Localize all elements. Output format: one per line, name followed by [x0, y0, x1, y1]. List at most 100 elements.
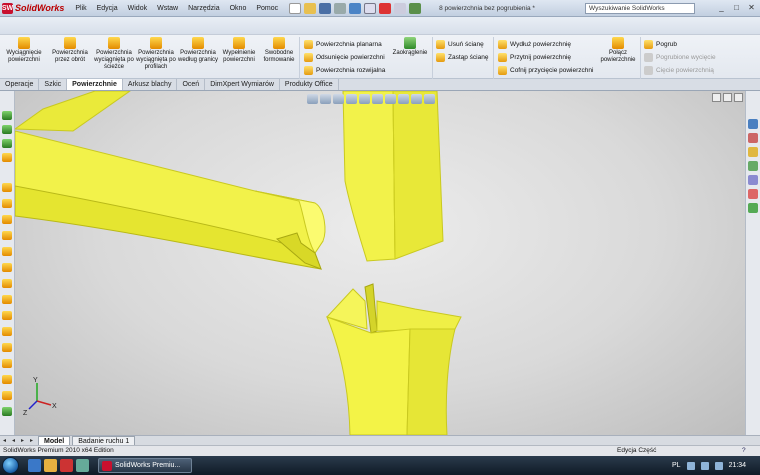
- upper-profile-surface[interactable]: [342, 91, 444, 262]
- menu-okno[interactable]: Okno: [225, 5, 252, 12]
- search-input[interactable]: Wyszukiwanie SolidWorks: [585, 3, 695, 14]
- freeform-button[interactable]: Swobodne formowanie: [260, 35, 298, 64]
- lower-profile-surface[interactable]: [326, 283, 462, 435]
- mate-reference-icon[interactable]: [2, 153, 12, 162]
- language-indicator[interactable]: PL: [672, 459, 681, 472]
- trim-surface-icon[interactable]: [2, 327, 12, 336]
- app-icon[interactable]: [76, 459, 89, 472]
- new-document-icon[interactable]: [289, 2, 302, 14]
- hide-show-items-icon[interactable]: [385, 94, 396, 104]
- ie-icon[interactable]: [28, 459, 41, 472]
- taskbar-solidworks-button[interactable]: SolidWorks Premiu...: [98, 458, 192, 473]
- surface-cut-button[interactable]: Cięcie powierzchnią: [644, 65, 714, 76]
- undo-icon[interactable]: [349, 2, 362, 14]
- planar-surface-button[interactable]: Powierzchnia planarna: [304, 39, 382, 50]
- tab-ocen[interactable]: Oceń: [177, 79, 206, 90]
- display-style-icon[interactable]: [372, 94, 383, 104]
- section-view-icon[interactable]: [346, 94, 357, 104]
- extruded-surface-button[interactable]: Wyciągnięcie powierzchni: [2, 35, 46, 64]
- menu-narzedzia[interactable]: Narzędzia: [183, 5, 225, 12]
- menu-widok[interactable]: Widok: [123, 5, 152, 12]
- viewport-maximize-button[interactable]: [734, 93, 743, 102]
- swept-surface-button[interactable]: Powierzchnia wyciągnięta po ścieżce: [92, 35, 136, 71]
- apply-scene-icon[interactable]: [411, 94, 422, 104]
- solidworks-resources-icon[interactable]: [748, 119, 758, 129]
- view-palette-icon[interactable]: [748, 175, 758, 185]
- graphics-area[interactable]: Y X Z: [15, 91, 745, 435]
- boundary-surface-button[interactable]: Powierzchnia według granicy: [176, 35, 220, 64]
- delete-face-button[interactable]: Usuń ścianę: [436, 39, 484, 50]
- replace-face-icon[interactable]: [2, 391, 12, 400]
- minimize-button[interactable]: _: [715, 2, 728, 14]
- tab-dimxpert[interactable]: DimXpert Wymiarów: [205, 79, 280, 90]
- tab-arkusz-blachy[interactable]: Arkusz blachy: [123, 79, 178, 90]
- viewport-restore-button[interactable]: [723, 93, 732, 102]
- tab-powierzchnie[interactable]: Powierzchnie: [67, 79, 123, 90]
- security-icon[interactable]: [714, 461, 723, 470]
- view-settings-icon[interactable]: [424, 94, 435, 104]
- file-explorer-icon[interactable]: [748, 147, 758, 157]
- first-tab-icon[interactable]: ◂: [0, 437, 9, 445]
- revolved-surface-button[interactable]: Powierzchnia przez obrót: [48, 35, 92, 64]
- print-icon[interactable]: [334, 2, 347, 14]
- extruded-surface-icon[interactable]: [2, 183, 12, 192]
- knit-surface-button[interactable]: Połącz powierzchnie: [596, 35, 640, 64]
- menu-pomoc[interactable]: Pomoc: [251, 5, 283, 12]
- select-arrow-icon[interactable]: [364, 2, 377, 14]
- maximize-button[interactable]: □: [730, 2, 743, 14]
- extend-surface-icon[interactable]: [2, 311, 12, 320]
- options-icon[interactable]: [409, 2, 422, 14]
- network-icon[interactable]: [686, 461, 695, 470]
- prev-tab-icon[interactable]: ◂: [9, 437, 18, 445]
- extend-surface-button[interactable]: Wydłuż powierzchnię: [498, 39, 571, 50]
- save-icon[interactable]: [319, 2, 332, 14]
- zoom-to-fit-icon[interactable]: [307, 94, 318, 104]
- revolved-surface-icon[interactable]: [2, 199, 12, 208]
- tab-motion-study[interactable]: Badanie ruchu 1: [72, 435, 136, 446]
- knit-surface-icon[interactable]: [2, 343, 12, 352]
- tab-produkty-office[interactable]: Produkty Office: [280, 79, 339, 90]
- lofted-surface-button[interactable]: Powierzchnia wyciągnięta po profilach: [134, 35, 178, 71]
- replace-face-button[interactable]: Zastąp ścianę: [436, 52, 488, 63]
- curved-tube-surface[interactable]: [15, 91, 326, 270]
- viewport-minimize-button[interactable]: [712, 93, 721, 102]
- fillet-button[interactable]: Zaokrąglenie: [388, 35, 432, 57]
- explorer-icon[interactable]: [44, 459, 57, 472]
- view-orientation-icon[interactable]: [359, 94, 370, 104]
- trim-surface-button[interactable]: Przytnij powierzchnię: [498, 52, 571, 63]
- planar-surface-icon[interactable]: [2, 263, 12, 272]
- start-button[interactable]: [2, 457, 19, 474]
- offset-surface-icon[interactable]: [2, 279, 12, 288]
- search-results-icon[interactable]: [748, 161, 758, 171]
- open-folder-icon[interactable]: [304, 2, 317, 14]
- file-properties-icon[interactable]: [394, 2, 407, 14]
- reference-axis-icon[interactable]: [2, 125, 12, 134]
- appearances-icon[interactable]: [748, 189, 758, 199]
- lofted-surface-icon[interactable]: [2, 231, 12, 240]
- thicken-icon[interactable]: [2, 359, 12, 368]
- media-icon[interactable]: [60, 459, 73, 472]
- thickened-cut-button[interactable]: Pogrubione wycięcie: [644, 52, 716, 63]
- ruled-surface-button[interactable]: Powierzchnia rozwijalna: [304, 65, 385, 76]
- swept-surface-icon[interactable]: [2, 215, 12, 224]
- custom-properties-icon[interactable]: [748, 203, 758, 213]
- tab-operacje[interactable]: Operacje: [0, 79, 40, 90]
- clock[interactable]: 21:34: [729, 459, 747, 472]
- thicken-button[interactable]: Pogrub: [644, 39, 677, 50]
- rebuild-icon[interactable]: [379, 2, 392, 14]
- tab-szkic[interactable]: Szkic: [39, 79, 68, 90]
- reference-point-icon[interactable]: [2, 139, 12, 148]
- help-icon[interactable]: ?: [742, 446, 746, 456]
- delete-face-icon[interactable]: [2, 375, 12, 384]
- menu-edycja[interactable]: Edycja: [92, 5, 123, 12]
- volume-icon[interactable]: [700, 461, 709, 470]
- close-button[interactable]: ✕: [745, 2, 758, 14]
- offset-surface-button[interactable]: Odsunięcie powierzchni: [304, 52, 385, 63]
- design-library-icon[interactable]: [748, 133, 758, 143]
- filled-surface-button[interactable]: Wypełnienie powierzchni: [218, 35, 260, 64]
- solidworks-logo[interactable]: SW SolidWorks: [0, 0, 70, 17]
- next-tab-icon[interactable]: ▸: [18, 437, 27, 445]
- menu-plik[interactable]: Plik: [70, 5, 91, 12]
- boundary-surface-icon[interactable]: [2, 247, 12, 256]
- last-tab-icon[interactable]: ▸: [27, 437, 36, 445]
